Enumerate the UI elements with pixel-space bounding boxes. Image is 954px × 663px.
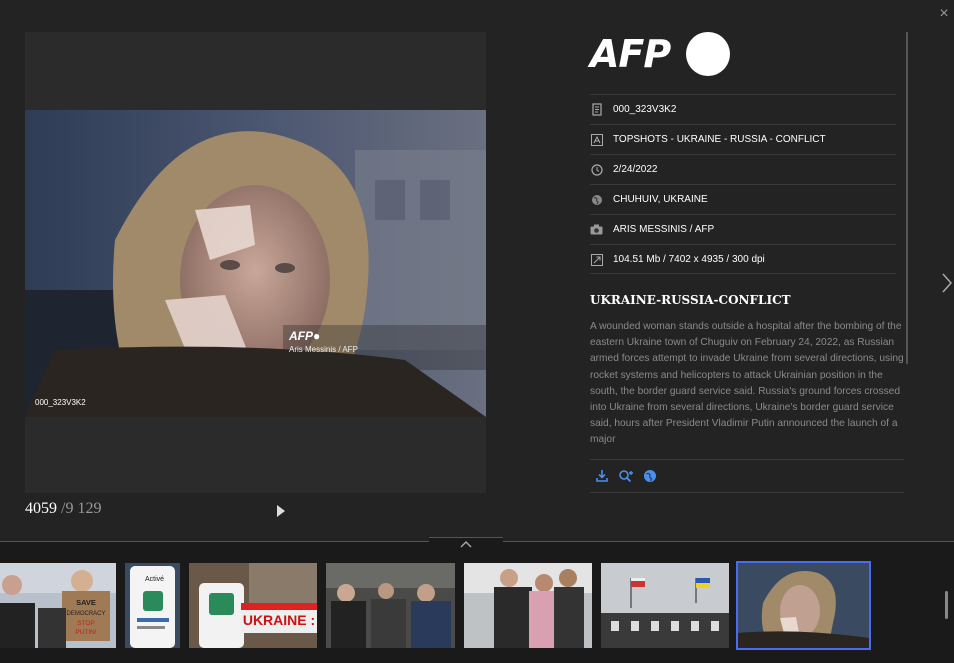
watermark-logo: AFP●: [289, 329, 321, 343]
info-panel: AFP 000_323V3K2 TOPSHOTS - UKRAINE - RUS…: [590, 32, 906, 274]
meta-item-date: 2/24/2022: [590, 154, 896, 184]
title-icon: [590, 133, 603, 146]
meta-credit-value: ARIS MESSINIS / AFP: [613, 224, 715, 235]
close-button[interactable]: ×: [934, 4, 954, 24]
clock-icon: [590, 163, 603, 176]
afp-logo-dot: [686, 32, 730, 76]
play-icon[interactable]: [277, 505, 285, 517]
camera-icon: [590, 223, 603, 236]
app-activated-label: Activé: [145, 576, 164, 583]
photo-viewer: × AFP● Aris Messinis / AFP 000_323V3K2 4…: [0, 0, 954, 541]
thumbnail-image: [464, 563, 592, 648]
thumbnail-family[interactable]: [464, 563, 592, 648]
metadata-list: 000_323V3K2 TOPSHOTS - UKRAINE - RUSSIA …: [590, 94, 896, 274]
counter-current: 4059: [25, 500, 57, 517]
meta-item-location: CHUHUIV, UKRAINE: [590, 184, 896, 214]
meta-item-filesize: 104.51 Mb / 7402 x 4935 / 300 dpi: [590, 244, 896, 274]
thumbnail-image: SAVE DEMOCRACY STOP PUTIN!: [0, 563, 116, 648]
thumbnail-pass-vaccinal[interactable]: Activé: [125, 563, 180, 648]
globe-map-icon[interactable]: [642, 468, 658, 484]
caption-text: A wounded woman stands outside a hospita…: [590, 321, 904, 446]
globe-icon: [590, 193, 603, 206]
photo-counter: 4059 /9 129: [25, 500, 101, 518]
photo-image: [25, 110, 486, 417]
chevron-up-icon: [460, 541, 472, 548]
headline: UKRAINE-RUSSIA-CONFLICT: [590, 293, 791, 307]
thumbnail-crowd[interactable]: [326, 563, 455, 648]
thumbnail-flags-building[interactable]: [601, 563, 729, 648]
meta-item-credit: ARIS MESSINIS / AFP: [590, 214, 896, 244]
afp-logo-text: AFP: [590, 32, 671, 76]
action-bar: [590, 459, 904, 493]
protest-sign-line-1: SAVE: [76, 598, 96, 607]
document-icon: [590, 103, 603, 116]
chevron-right-icon: [942, 273, 953, 293]
resize-icon: [590, 253, 603, 266]
protest-sign-line-2: DEMOCRACY: [66, 611, 105, 617]
thumbnail-strip: SAVE DEMOCRACY STOP PUTIN! Activé UKRAIN…: [0, 537, 954, 663]
thumbnail-protest[interactable]: SAVE DEMOCRACY STOP PUTIN!: [0, 563, 116, 648]
thumbnail-image: [326, 563, 455, 648]
image-stage: AFP● Aris Messinis / AFP 000_323V3K2: [25, 32, 486, 493]
watermark-credit: Aris Messinis / AFP: [289, 345, 358, 354]
thumbnail-edition-speciale[interactable]: UKRAINE :: [189, 563, 317, 648]
strip-toggle-button[interactable]: [429, 537, 503, 551]
thumbnail-image: UKRAINE :: [189, 563, 317, 648]
ukraine-headline: UKRAINE :: [243, 612, 315, 628]
meta-filesize-value: 104.51 Mb / 7402 x 4935 / 300 dpi: [613, 254, 765, 265]
afp-logo: AFP: [590, 32, 906, 94]
thumbnail-image: [601, 563, 729, 648]
protest-sign-line-4: PUTIN!: [75, 629, 97, 636]
meta-location-value: CHUHUIV, UKRAINE: [613, 194, 708, 205]
thumbnail-wounded-woman[interactable]: [736, 561, 871, 650]
thumbnail-image: Activé: [125, 563, 180, 648]
next-arrow-button[interactable]: [940, 268, 954, 298]
strip-scroll-handle[interactable]: [945, 591, 948, 619]
photo-id-overlay: 000_323V3K2: [35, 398, 86, 407]
counter-total: /9 129: [61, 500, 102, 517]
main-photo[interactable]: AFP● Aris Messinis / AFP 000_323V3K2: [25, 110, 486, 417]
meta-title-value: TOPSHOTS - UKRAINE - RUSSIA - CONFLICT: [613, 134, 826, 145]
info-scrollbar[interactable]: [906, 32, 908, 364]
thumbnail-image: [738, 563, 869, 648]
zoom-search-icon[interactable]: [618, 468, 634, 484]
meta-id-value: 000_323V3K2: [613, 104, 677, 115]
meta-item-id: 000_323V3K2: [590, 94, 896, 124]
protest-sign-line-3: STOP: [77, 620, 95, 627]
meta-item-title: TOPSHOTS - UKRAINE - RUSSIA - CONFLICT: [590, 124, 896, 154]
meta-date-value: 2/24/2022: [613, 164, 658, 175]
download-icon[interactable]: [594, 468, 610, 484]
